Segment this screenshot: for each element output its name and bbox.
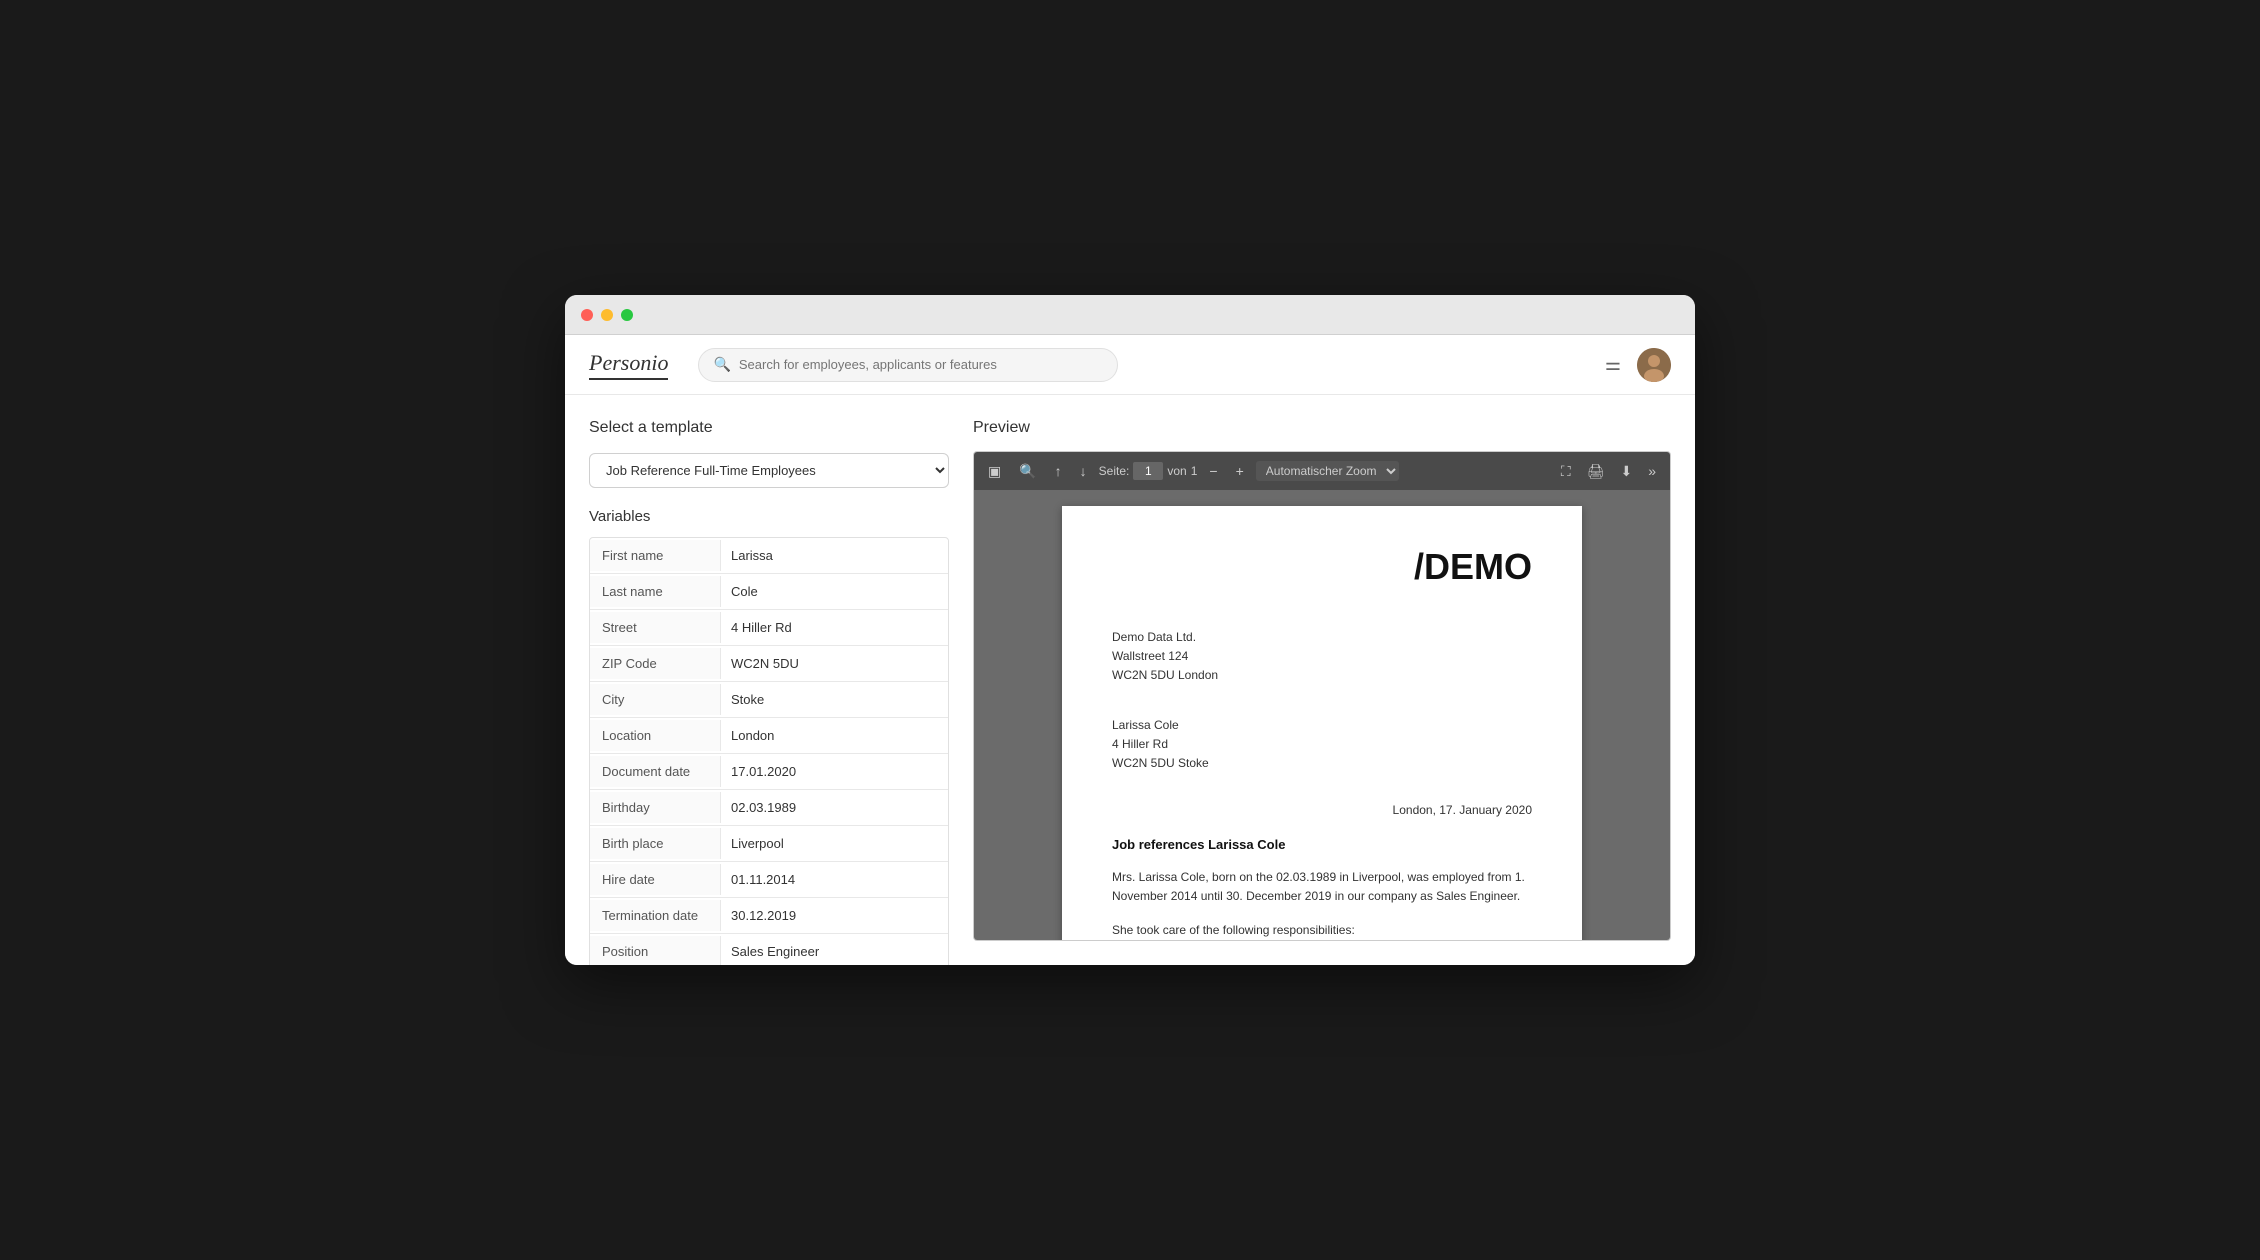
- pdf-actions-right: ⛶ 🖨 ⬇ »: [1555, 459, 1662, 484]
- maximize-button[interactable]: [621, 309, 633, 321]
- var-label-docdate: Document date: [590, 756, 720, 787]
- doc-subject: Job references Larissa Cole: [1112, 837, 1532, 852]
- preview-title: Preview: [973, 419, 1671, 437]
- var-label-position: Position: [590, 936, 720, 965]
- variables-table: First name Larissa Last name Cole Street…: [589, 537, 949, 965]
- select-template-label: Select a template: [589, 419, 949, 437]
- pdf-download-button[interactable]: ⬇: [1614, 459, 1638, 484]
- search-icon: 🔍: [713, 356, 730, 373]
- pdf-toolbar: ▣ 🔍 ↑ ↓ Seite: von 1 − + Auto: [974, 452, 1670, 490]
- var-label-birthplace: Birth place: [590, 828, 720, 859]
- var-label-city: City: [590, 684, 720, 715]
- var-value-birthplace: Liverpool: [720, 828, 948, 859]
- demo-logo: /DEMO: [1112, 546, 1532, 588]
- filter-icon[interactable]: ⚌: [1605, 354, 1621, 375]
- var-value-zip: WC2N 5DU: [720, 648, 948, 679]
- var-row-birthplace: Birth place Liverpool: [590, 826, 948, 862]
- var-row-location: Location London: [590, 718, 948, 754]
- var-value-docdate: 17.01.2020: [720, 756, 948, 787]
- pdf-page-info: Seite: von 1: [1099, 462, 1198, 480]
- search-input[interactable]: [739, 357, 1104, 372]
- recipient-name: Larissa Cole: [1112, 716, 1532, 735]
- pdf-von-label: von: [1167, 464, 1186, 478]
- doc-date: London, 17. January 2020: [1112, 803, 1532, 817]
- pdf-prev-page-button[interactable]: ↑: [1049, 459, 1068, 483]
- var-label-zip: ZIP Code: [590, 648, 720, 679]
- minimize-button[interactable]: [601, 309, 613, 321]
- var-value-firstname: Larissa: [720, 540, 948, 571]
- mac-window: Personio 🔍 ⚌ Selec: [565, 295, 1695, 965]
- var-row-city: City Stoke: [590, 682, 948, 718]
- search-bar[interactable]: 🔍: [698, 348, 1118, 382]
- pdf-total-pages: 1: [1191, 464, 1198, 478]
- pdf-page-label: Seite:: [1099, 464, 1130, 478]
- main-area: Select a template Job Reference Full-Tim…: [565, 395, 1695, 965]
- var-row-termdate: Termination date 30.12.2019: [590, 898, 948, 934]
- pdf-more-button[interactable]: »: [1642, 459, 1662, 484]
- var-label-location: Location: [590, 720, 720, 751]
- pdf-content[interactable]: /DEMO Demo Data Ltd. Wallstreet 124 WC2N…: [974, 490, 1670, 940]
- pdf-page-input[interactable]: [1133, 462, 1163, 480]
- company-address: Demo Data Ltd. Wallstreet 124 WC2N 5DU L…: [1112, 628, 1532, 686]
- var-label-firstname: First name: [590, 540, 720, 571]
- var-value-position: Sales Engineer: [720, 936, 948, 965]
- pdf-zoom-select[interactable]: Automatischer Zoom: [1256, 461, 1399, 481]
- doc-body-paragraph: Mrs. Larissa Cole, born on the 02.03.198…: [1112, 868, 1532, 906]
- var-row-street: Street 4 Hiller Rd: [590, 610, 948, 646]
- var-label-lastname: Last name: [590, 576, 720, 607]
- var-row-zip: ZIP Code WC2N 5DU: [590, 646, 948, 682]
- pdf-fullscreen-button[interactable]: ⛶: [1555, 459, 1577, 484]
- var-label-hiredate: Hire date: [590, 864, 720, 895]
- var-row-docdate: Document date 17.01.2020: [590, 754, 948, 790]
- right-panel: Preview ▣ 🔍 ↑ ↓ Seite: von 1: [973, 419, 1671, 941]
- recipient-city: WC2N 5DU Stoke: [1112, 754, 1532, 773]
- pdf-next-page-button[interactable]: ↓: [1074, 459, 1093, 483]
- template-select[interactable]: Job Reference Full-Time Employees: [589, 453, 949, 488]
- var-row-firstname: First name Larissa: [590, 538, 948, 574]
- var-value-hiredate: 01.11.2014: [720, 864, 948, 895]
- left-panel: Select a template Job Reference Full-Tim…: [589, 419, 949, 941]
- recipient-street: 4 Hiller Rd: [1112, 735, 1532, 754]
- pdf-zoom-in-button[interactable]: +: [1230, 459, 1250, 483]
- var-value-lastname: Cole: [720, 576, 948, 607]
- var-value-city: Stoke: [720, 684, 948, 715]
- avatar: [1637, 348, 1671, 382]
- pdf-zoom-out-button[interactable]: −: [1203, 459, 1223, 483]
- pdf-page: /DEMO Demo Data Ltd. Wallstreet 124 WC2N…: [1062, 506, 1582, 940]
- recipient-address: Larissa Cole 4 Hiller Rd WC2N 5DU Stoke: [1112, 716, 1532, 774]
- top-nav: Personio 🔍 ⚌: [565, 335, 1695, 395]
- var-row-lastname: Last name Cole: [590, 574, 948, 610]
- var-label-termdate: Termination date: [590, 900, 720, 931]
- company-city: WC2N 5DU London: [1112, 666, 1532, 685]
- nav-right: ⚌: [1605, 348, 1671, 382]
- close-button[interactable]: [581, 309, 593, 321]
- variables-title: Variables: [589, 508, 949, 525]
- pdf-print-button[interactable]: 🖨: [1581, 459, 1611, 484]
- logo: Personio: [589, 350, 668, 380]
- var-value-location: London: [720, 720, 948, 751]
- var-label-birthday: Birthday: [590, 792, 720, 823]
- var-row-hiredate: Hire date 01.11.2014: [590, 862, 948, 898]
- var-value-termdate: 30.12.2019: [720, 900, 948, 931]
- company-name: Demo Data Ltd.: [1112, 628, 1532, 647]
- pdf-search-button[interactable]: 🔍: [1013, 459, 1042, 484]
- var-value-street: 4 Hiller Rd: [720, 612, 948, 643]
- pdf-viewer: ▣ 🔍 ↑ ↓ Seite: von 1 − + Auto: [973, 451, 1671, 941]
- pdf-sidebar-toggle-button[interactable]: ▣: [982, 459, 1007, 484]
- doc-responsibilities-intro: She took care of the following responsib…: [1112, 923, 1532, 937]
- company-street: Wallstreet 124: [1112, 647, 1532, 666]
- var-row-birthday: Birthday 02.03.1989: [590, 790, 948, 826]
- app-content: Personio 🔍 ⚌ Selec: [565, 335, 1695, 965]
- var-label-street: Street: [590, 612, 720, 643]
- var-row-position: Position Sales Engineer: [590, 934, 948, 965]
- var-value-birthday: 02.03.1989: [720, 792, 948, 823]
- title-bar: [565, 295, 1695, 335]
